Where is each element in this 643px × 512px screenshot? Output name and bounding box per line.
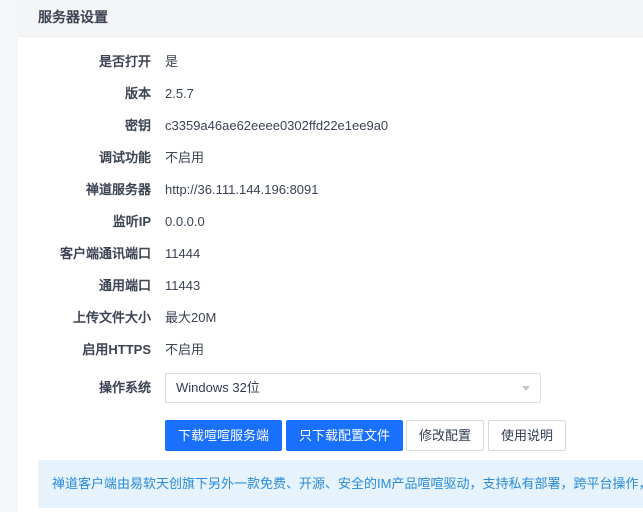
field-upload-size: 上传文件大小 最大20M (18, 302, 643, 334)
help-button[interactable]: 使用说明 (488, 420, 566, 451)
panel-title: 服务器设置 (38, 9, 108, 25)
field-https: 启用HTTPS 不启用 (18, 334, 643, 366)
info-text: 禅道客户端由易软天创旗下另外一款免费、开源、安全的IM产品喧喧驱动，支持私有部署… (52, 476, 643, 491)
os-select[interactable]: Windows 32位 (165, 373, 541, 403)
field-common-port: 通用端口 11443 (18, 270, 643, 302)
server-settings-panel: 服务器设置 是否打开 是 版本 2.5.7 密钥 c3359a46ae62eee… (18, 0, 643, 512)
field-label: 版本 (124, 86, 151, 101)
field-value: 最大20M (165, 310, 217, 325)
field-value: 11443 (165, 278, 201, 293)
field-label: 密钥 (124, 118, 151, 133)
field-value: c3359a46ae62eeee0302ffd22e1ee9a0 (165, 118, 389, 133)
os-label: 操作系统 (98, 380, 151, 395)
field-value: 11444 (165, 246, 201, 261)
field-zentao-server: 禅道服务器 http://36.111.144.196:8091 (18, 174, 643, 206)
field-value: 是 (165, 54, 179, 69)
download-config-button[interactable]: 只下载配置文件 (286, 420, 403, 451)
field-value: http://36.111.144.196:8091 (165, 182, 319, 197)
field-debug: 调试功能 不启用 (18, 142, 643, 174)
field-label: 启用HTTPS (82, 342, 151, 357)
field-version: 版本 2.5.7 (18, 78, 643, 110)
download-server-button[interactable]: 下载喧喧服务端 (165, 420, 282, 451)
field-secret-key: 密钥 c3359a46ae62eeee0302ffd22e1ee9a0 (18, 110, 643, 142)
field-value: 2.5.7 (165, 86, 194, 101)
field-label: 调试功能 (98, 150, 151, 165)
page-background-strip (0, 0, 18, 512)
field-listen-ip: 监听IP 0.0.0.0 (18, 206, 643, 238)
field-label: 上传文件大小 (72, 310, 151, 325)
field-label: 禅道服务器 (85, 182, 151, 197)
field-value: 0.0.0.0 (165, 214, 205, 229)
panel-header: 服务器设置 (18, 0, 643, 37)
field-client-port: 客户端通讯端口 11444 (18, 238, 643, 270)
field-label: 通用端口 (98, 278, 151, 293)
os-select-value: Windows 32位 (176, 380, 260, 395)
edit-config-button[interactable]: 修改配置 (406, 420, 484, 451)
field-label: 是否打开 (98, 54, 151, 69)
field-enabled: 是否打开 是 (18, 46, 643, 78)
info-banner: 禅道客户端由易软天创旗下另外一款免费、开源、安全的IM产品喧喧驱动，支持私有部署… (38, 460, 643, 508)
field-value: 不启用 (165, 342, 205, 357)
field-value: 不启用 (165, 150, 205, 165)
field-label: 客户端通讯端口 (59, 246, 151, 261)
field-label: 监听IP (112, 214, 151, 229)
chevron-down-icon (522, 386, 530, 391)
